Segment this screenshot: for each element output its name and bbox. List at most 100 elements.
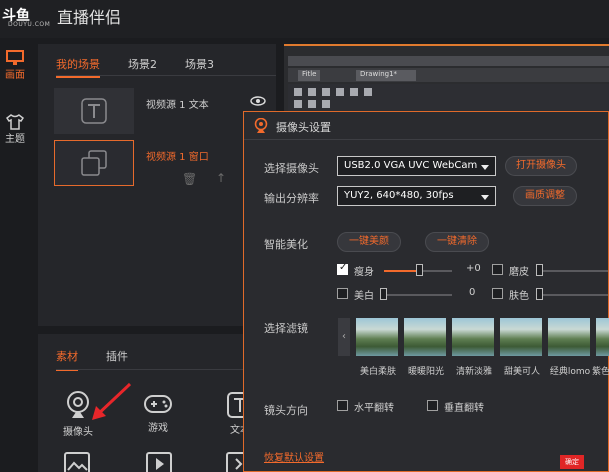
filter-scroll-left[interactable]: ‹ xyxy=(338,318,350,356)
resolution-select[interactable]: YUY2, 640*480, 30fps xyxy=(337,186,496,206)
flip-vertical-checkbox[interactable] xyxy=(427,400,438,411)
flip-horizontal-label: 水平翻转 xyxy=(354,403,394,414)
smooth-slider-thumb[interactable] xyxy=(536,264,543,276)
image-icon[interactable] xyxy=(64,452,90,472)
monitor-icon xyxy=(6,50,24,65)
skintone-checkbox[interactable] xyxy=(492,288,503,299)
preview-tabbar: Fitle Drawing1* xyxy=(288,68,609,82)
gamepad-icon xyxy=(144,395,172,413)
tab-material[interactable]: 素材 xyxy=(56,348,78,371)
whiten-value: 0 xyxy=(469,287,476,298)
preview-tool-icon xyxy=(364,88,372,96)
preview-toolbar xyxy=(288,84,609,112)
filter-image xyxy=(404,318,446,356)
preview-tool-icon xyxy=(322,88,330,96)
text-icon xyxy=(81,98,107,124)
material-tabs: 素材 插件 xyxy=(56,348,128,371)
filter-thumb-5[interactable] xyxy=(548,318,590,356)
confirm-button[interactable]: 确定 xyxy=(560,455,584,469)
one-key-clear-button[interactable]: 一键清除 xyxy=(425,232,489,252)
logo-subtext: DOUYU.COM xyxy=(8,21,51,28)
tab-divider xyxy=(56,75,276,76)
tab-plugin[interactable]: 插件 xyxy=(106,348,128,371)
rail-item-theme[interactable]: 主题 xyxy=(0,114,30,145)
one-key-beauty-button[interactable]: 一键美颜 xyxy=(337,232,401,252)
red-arrow-icon xyxy=(92,382,132,420)
trash-icon[interactable]: 🗑 xyxy=(182,172,197,186)
filter-name-1: 美白柔肤 xyxy=(359,367,396,377)
source-thumb-window[interactable] xyxy=(54,140,134,186)
slim-checkbox[interactable] xyxy=(337,262,348,275)
left-rail: 画面 主题 xyxy=(0,38,30,472)
source-label-window[interactable]: 视频源 1 窗口 xyxy=(146,148,209,163)
filter-name-2: 暖暖阳光 xyxy=(407,367,444,377)
preview-tool-icon xyxy=(294,100,302,108)
rail-item-screen[interactable]: 画面 xyxy=(0,50,30,81)
preview-tool-icon xyxy=(322,100,330,108)
preview-menubar xyxy=(288,56,609,66)
filter-thumb-2[interactable] xyxy=(404,318,446,356)
preview-tool-icon xyxy=(294,88,302,96)
title-bar: 斗鱼 DOUYU.COM 直播伴侣 xyxy=(0,0,609,38)
filter-thumb-3[interactable] xyxy=(452,318,494,356)
filter-name-3: 清新淡雅 xyxy=(455,367,492,377)
preview-tool-icon xyxy=(336,88,344,96)
video-icon[interactable] xyxy=(146,452,172,472)
rail-label-theme: 主题 xyxy=(5,134,25,145)
rail-label-screen: 画面 xyxy=(5,70,25,81)
filter-name-5: 经典lomo xyxy=(549,367,591,377)
preview-tool-icon xyxy=(308,100,316,108)
filter-image xyxy=(548,318,590,356)
preview-tool-icon xyxy=(350,88,358,96)
arrow-up-icon[interactable]: ↑ xyxy=(216,171,226,185)
chevron-down-icon xyxy=(481,195,489,200)
filter-thumb-4[interactable] xyxy=(500,318,542,356)
camera-label: 选择摄像头 xyxy=(264,162,319,175)
filter-image xyxy=(356,318,398,356)
shirt-icon xyxy=(6,114,24,130)
smooth-slider[interactable] xyxy=(536,270,608,272)
material-panel: 素材 插件 摄像头 游戏 文本 xyxy=(38,334,276,472)
eye-icon[interactable] xyxy=(250,96,266,106)
preview-tab: Drawing1* xyxy=(356,70,416,81)
reset-defaults-link[interactable]: 恢复默认设置 xyxy=(264,449,324,464)
material-game[interactable]: 游戏 xyxy=(138,392,178,434)
flip-vertical-label: 垂直翻转 xyxy=(444,403,484,414)
direction-label: 镜头方向 xyxy=(264,404,308,417)
filter-image xyxy=(596,318,609,356)
preview-tool-icon xyxy=(308,88,316,96)
window-icon xyxy=(81,150,107,176)
chevron-down-icon xyxy=(481,165,489,170)
slim-slider-thumb[interactable] xyxy=(416,264,423,276)
smooth-checkbox[interactable] xyxy=(492,264,503,275)
app-title: 直播伴侣 xyxy=(57,8,122,27)
resolution-label: 输出分辨率 xyxy=(264,192,319,205)
skintone-slider[interactable] xyxy=(536,294,608,296)
slim-value: +0 xyxy=(466,263,481,274)
source-label-text[interactable]: 视频源 1 文本 xyxy=(146,96,209,111)
skintone-label: 肤色 xyxy=(509,291,529,302)
material-game-label: 游戏 xyxy=(148,423,168,434)
filter-image xyxy=(452,318,494,356)
camera-select-value: USB2.0 VGA UVC WebCam xyxy=(344,160,478,171)
filter-thumb-1[interactable] xyxy=(356,318,398,356)
filter-thumb-6[interactable] xyxy=(596,318,609,356)
slim-label: 瘦身 xyxy=(354,267,374,278)
filter-image xyxy=(500,318,542,356)
skintone-slider-thumb[interactable] xyxy=(536,288,543,300)
dialog-header: 摄像头设置 xyxy=(244,112,608,140)
source-thumb-text[interactable] xyxy=(54,88,134,134)
whiten-checkbox[interactable] xyxy=(337,288,348,299)
scenes-panel: 我的场景 场景2 场景3 视频源 1 文本 视频源 1 窗口 🗑 ↑ xyxy=(38,44,276,326)
filter-name-4: 甜美可人 xyxy=(503,367,540,377)
preview-tab: Fitle xyxy=(298,70,321,81)
webcam-icon xyxy=(254,118,268,133)
open-camera-button[interactable]: 打开摄像头 xyxy=(505,156,577,176)
resolution-select-value: YUY2, 640*480, 30fps xyxy=(344,190,454,201)
whiten-slider[interactable] xyxy=(380,294,452,296)
whiten-slider-thumb[interactable] xyxy=(380,288,387,300)
quality-adjust-button[interactable]: 画质调整 xyxy=(513,186,577,206)
camera-select[interactable]: USB2.0 VGA UVC WebCam xyxy=(337,156,496,176)
flip-horizontal-checkbox[interactable] xyxy=(337,400,348,411)
smooth-label: 磨皮 xyxy=(509,267,529,278)
